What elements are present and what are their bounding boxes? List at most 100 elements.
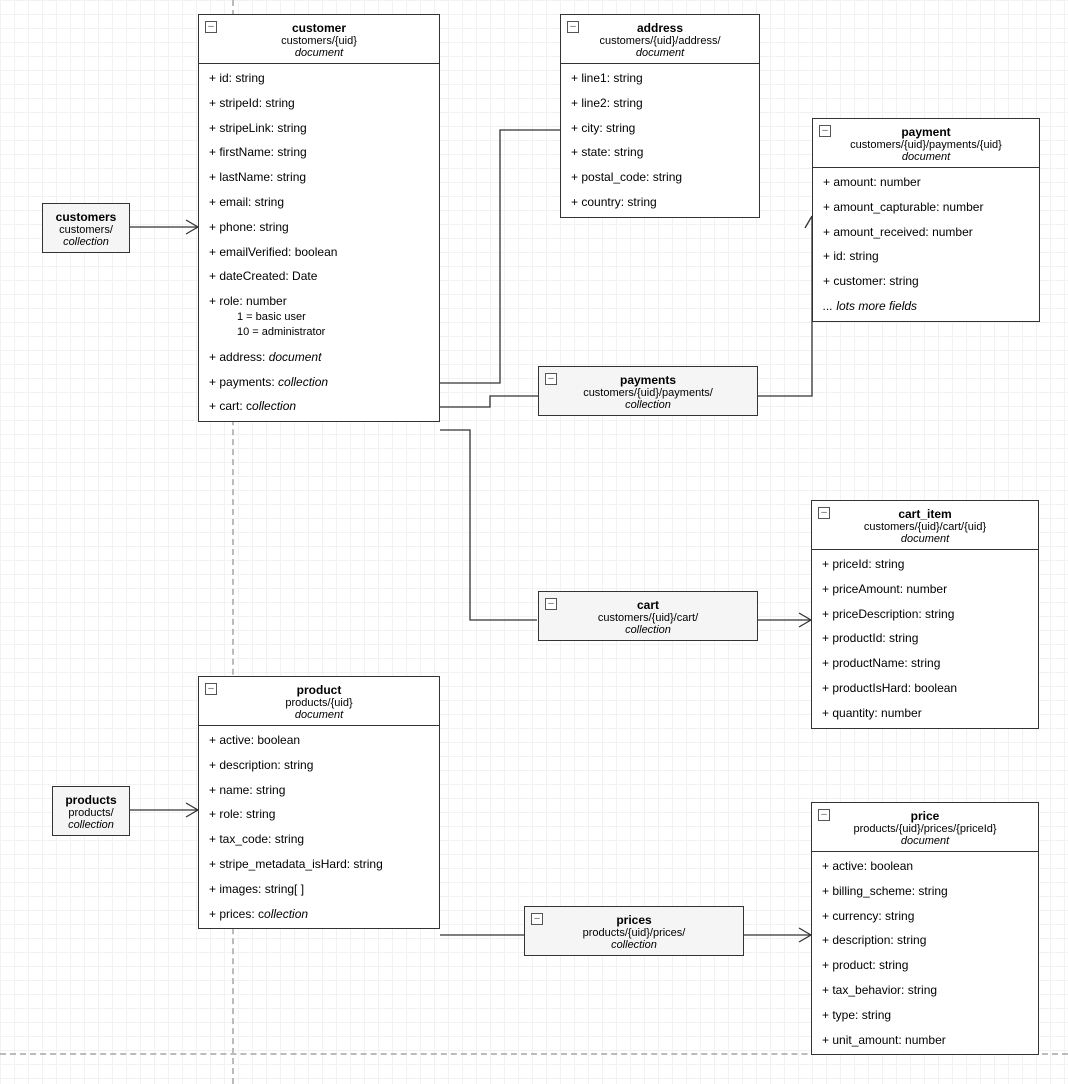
entity-title: customer (205, 21, 433, 35)
entity-path: products/ (59, 807, 123, 819)
field: + currency: string (812, 904, 1038, 929)
entity-title: product (205, 683, 433, 697)
entity-stereotype: document (818, 533, 1032, 545)
field: + images: string[ ] (199, 877, 439, 902)
entity-customer[interactable]: – customer customers/{uid} document + id… (198, 14, 440, 422)
field: + amount_received: number (813, 220, 1039, 245)
entity-stereotype: collection (545, 399, 751, 411)
field-sub: 1 = basic user (209, 310, 431, 325)
collapse-icon[interactable]: – (818, 809, 830, 821)
field: + description: string (199, 753, 439, 778)
field: + active: boolean (199, 728, 439, 753)
entity-path: customers/{uid}/payments/{uid} (819, 139, 1033, 151)
entity-title: payment (819, 125, 1033, 139)
entity-title: cart (545, 598, 751, 612)
field: + firstName: string (199, 140, 439, 165)
field: + country: string (561, 190, 759, 215)
field-text: + role: number (209, 294, 287, 308)
collapse-icon[interactable]: – (531, 913, 543, 925)
field: + priceDescription: string (812, 602, 1038, 627)
field-pre: + address: (209, 350, 269, 364)
field: + emailVerified: boolean (199, 240, 439, 265)
entity-path: products/{uid} (205, 697, 433, 709)
entity-price[interactable]: – price products/{uid}/prices/{priceId} … (811, 802, 1039, 1055)
field: + description: string (812, 928, 1038, 953)
field: + tax_behavior: string (812, 978, 1038, 1003)
field-em: ollection (264, 907, 308, 921)
entity-stereotype: document (205, 709, 433, 721)
field: + lastName: string (199, 165, 439, 190)
field-prices: + prices: collection (199, 902, 439, 927)
entity-path: customers/{uid} (205, 35, 433, 47)
collapse-icon[interactable]: – (205, 21, 217, 33)
entity-customers[interactable]: customers customers/ collection (42, 203, 130, 253)
entity-payments[interactable]: – payments customers/{uid}/payments/ col… (538, 366, 758, 416)
field: + active: boolean (812, 854, 1038, 879)
entity-body: + id: string + stripeId: string + stripe… (199, 64, 439, 421)
field-more: ... lots more fields (813, 294, 1039, 319)
entity-path: customers/{uid}/address/ (567, 35, 753, 47)
entity-title: customers (49, 210, 123, 224)
field: + amount: number (813, 170, 1039, 195)
field-em: collection (278, 375, 328, 389)
field-address: + address: document (199, 345, 439, 370)
field: + name: string (199, 778, 439, 803)
field: + tax_code: string (199, 827, 439, 852)
entity-path: customers/ (49, 224, 123, 236)
entity-path: customers/{uid}/payments/ (545, 387, 751, 399)
field-em: ollection (252, 399, 296, 413)
er-diagram-canvas[interactable]: customers customers/ collection – custom… (0, 0, 1068, 1084)
entity-title: price (818, 809, 1032, 823)
entity-prices[interactable]: – prices products/{uid}/prices/ collecti… (524, 906, 744, 956)
entity-body: + active: boolean + description: string … (199, 726, 439, 928)
entity-body: + priceId: string + priceAmount: number … (812, 550, 1038, 728)
field-sub: 10 = administrator (209, 325, 431, 340)
field: + stripeId: string (199, 91, 439, 116)
entity-address[interactable]: – address customers/{uid}/address/ docum… (560, 14, 760, 218)
field: + customer: string (813, 269, 1039, 294)
field: + dateCreated: Date (199, 264, 439, 289)
entity-stereotype: document (205, 47, 433, 59)
collapse-icon[interactable]: – (545, 373, 557, 385)
field-cart: + cart: collection (199, 394, 439, 419)
entity-stereotype: document (818, 835, 1032, 847)
field: + stripe_metadata_isHard: string (199, 852, 439, 877)
field: + billing_scheme: string (812, 879, 1038, 904)
entity-cart[interactable]: – cart customers/{uid}/cart/ collection (538, 591, 758, 641)
field: + city: string (561, 116, 759, 141)
collapse-icon[interactable]: – (545, 598, 557, 610)
field-payments: + payments: collection (199, 370, 439, 395)
field: + line2: string (561, 91, 759, 116)
entity-payment[interactable]: – payment customers/{uid}/payments/{uid}… (812, 118, 1040, 322)
entity-body: + active: boolean + billing_scheme: stri… (812, 852, 1038, 1054)
collapse-icon[interactable]: – (567, 21, 579, 33)
entity-product[interactable]: – product products/{uid} document + acti… (198, 676, 440, 929)
field: + line1: string (561, 66, 759, 91)
entity-stereotype: collection (49, 236, 123, 248)
collapse-icon[interactable]: – (818, 507, 830, 519)
field: + role: string (199, 802, 439, 827)
field: + priceAmount: number (812, 577, 1038, 602)
field-pre: + prices: c (209, 907, 264, 921)
field: + amount_capturable: number (813, 195, 1039, 220)
collapse-icon[interactable]: – (819, 125, 831, 137)
entity-path: customers/{uid}/cart/ (545, 612, 751, 624)
field: + id: string (199, 66, 439, 91)
entity-path: products/{uid}/prices/ (531, 927, 737, 939)
field: + productId: string (812, 626, 1038, 651)
entity-products[interactable]: products products/ collection (52, 786, 130, 836)
field: + id: string (813, 244, 1039, 269)
collapse-icon[interactable]: – (205, 683, 217, 695)
field: + productName: string (812, 651, 1038, 676)
entity-title: products (59, 793, 123, 807)
field: + state: string (561, 140, 759, 165)
entity-body: + amount: number + amount_capturable: nu… (813, 168, 1039, 321)
entity-stereotype: collection (545, 624, 751, 636)
entity-cart-item[interactable]: – cart_item customers/{uid}/cart/{uid} d… (811, 500, 1039, 729)
entity-path: products/{uid}/prices/{priceId} (818, 823, 1032, 835)
field: + type: string (812, 1003, 1038, 1028)
entity-title: address (567, 21, 753, 35)
entity-stereotype: collection (59, 819, 123, 831)
entity-title: cart_item (818, 507, 1032, 521)
field: + priceId: string (812, 552, 1038, 577)
